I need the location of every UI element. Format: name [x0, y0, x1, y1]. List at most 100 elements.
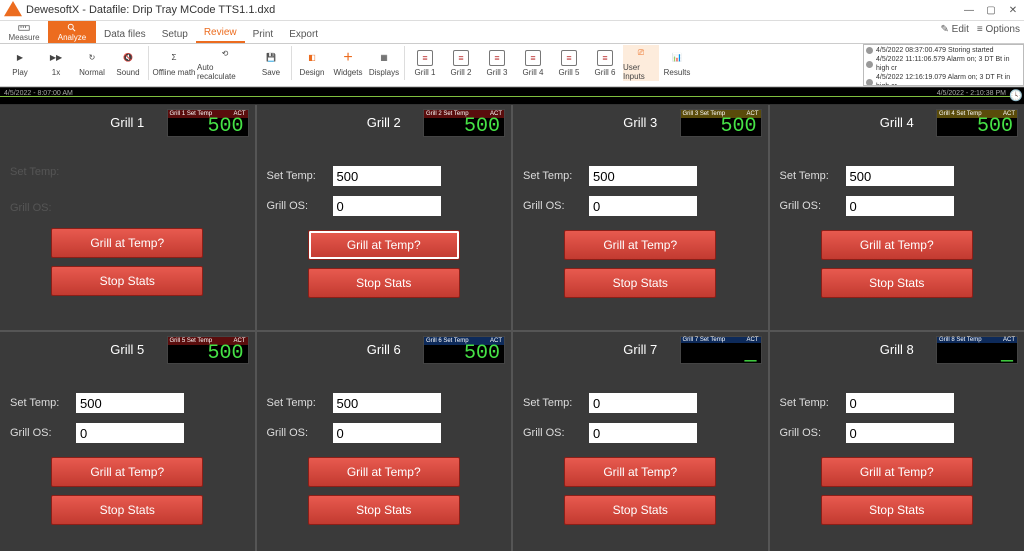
options-button[interactable]: ≡ Options — [977, 24, 1020, 35]
grill-at-temp-button[interactable]: Grill at Temp? — [821, 230, 973, 260]
view-grill-1-button[interactable]: ≡Grill 1 — [407, 45, 443, 81]
timeline-waveform — [0, 96, 1012, 97]
save-icon: 💾 — [263, 50, 279, 66]
view-user-inputs-button[interactable]: ⎚User Inputs — [623, 45, 659, 81]
timeline-end-label: 4/5/2022 - 2:10:38 PM — [937, 90, 1006, 97]
set-temp-input[interactable] — [589, 166, 697, 186]
grill-panel-7: Grill 7 Set TempACT—Grill 7Set Temp:Gril… — [513, 332, 768, 551]
stop-stats-button[interactable]: Stop Stats — [308, 495, 460, 525]
window-close-button[interactable]: ✕ — [1006, 3, 1020, 17]
design-button[interactable]: ◧Design — [294, 45, 330, 81]
window-minimize-button[interactable]: — — [962, 3, 976, 17]
grill-at-temp-button[interactable]: Grill at Temp? — [51, 457, 203, 487]
grill-os-input[interactable] — [76, 423, 184, 443]
view-grill-3-button[interactable]: ≡Grill 3 — [479, 45, 515, 81]
grill-os-input[interactable] — [846, 196, 954, 216]
stop-stats-button[interactable]: Stop Stats — [51, 495, 203, 525]
speed-button[interactable]: ▶▶1x — [38, 45, 74, 81]
lcd-name: Grill 5 Set Temp — [170, 338, 213, 344]
event-text: 4/5/2022 12:16:19.079 Alarm on; 3 DT Ft … — [876, 73, 1021, 86]
tab-print[interactable]: Print — [245, 26, 282, 43]
grill-at-temp-button[interactable]: Grill at Temp? — [308, 230, 460, 260]
lcd-value: — — [681, 343, 761, 371]
design-icon: ◧ — [304, 50, 320, 66]
set-temp-input[interactable] — [333, 393, 441, 413]
edit-button[interactable]: ✎ Edit — [941, 24, 969, 35]
window-maximize-button[interactable]: ▢ — [984, 3, 998, 17]
event-text: 4/5/2022 11:11:06.579 Alarm on; 3 DT Bt … — [876, 55, 1021, 73]
grill-os-input[interactable] — [333, 423, 441, 443]
grill-os-input[interactable] — [846, 423, 954, 443]
auto-recalculate-button[interactable]: ⟲Auto recalculate — [197, 45, 253, 81]
tab-setup[interactable]: Setup — [154, 26, 196, 43]
lcd-value: 500 — [168, 345, 248, 363]
displays-button[interactable]: ▦Displays — [366, 45, 402, 81]
grill-os-label: Grill OS: — [780, 427, 838, 439]
lcd-display: Grill 2 Set TempACT500 — [423, 109, 505, 137]
set-temp-input[interactable] — [846, 393, 954, 413]
event-text: 4/5/2022 08:37:00.479 Storing started — [876, 46, 994, 55]
stop-stats-button[interactable]: Stop Stats — [821, 495, 973, 525]
view-grill-5-button[interactable]: ≡Grill 5 — [551, 45, 587, 81]
grill-panel-6: Grill 6 Set TempACT500Grill 6Set Temp:Gr… — [257, 332, 512, 551]
grill-at-temp-button[interactable]: Grill at Temp? — [308, 457, 460, 487]
grill-at-temp-button[interactable]: Grill at Temp? — [564, 230, 716, 260]
view-grill-2-button[interactable]: ≡Grill 2 — [443, 45, 479, 81]
sound-button[interactable]: 🔇Sound — [110, 45, 146, 81]
lcd-value: 500 — [424, 118, 504, 136]
results-icon: 📊 — [669, 50, 685, 66]
lcd-value: — — [937, 343, 1017, 371]
stop-stats-button[interactable]: Stop Stats — [564, 495, 716, 525]
mode-measure-button[interactable]: Measure — [0, 21, 48, 43]
set-temp-input[interactable] — [589, 393, 697, 413]
lcd-display: Grill 6 Set TempACT500 — [423, 336, 505, 364]
grill-os-input[interactable] — [589, 196, 697, 216]
play-button[interactable]: ▶Play — [2, 45, 38, 81]
grill-icon: ≡ — [525, 50, 541, 66]
panel-grid: Grill 1 Set TempACT500Grill 1Set Temp:Gr… — [0, 105, 1024, 551]
set-temp-input[interactable] — [76, 393, 184, 413]
stop-stats-button[interactable]: Stop Stats — [51, 266, 203, 296]
lcd-display: Grill 8 Set TempACT— — [936, 336, 1018, 364]
tab-bar: Measure Analyze Data files Setup Review … — [0, 21, 1024, 44]
view-grill-4-button[interactable]: ≡Grill 4 — [515, 45, 551, 81]
stop-stats-button[interactable]: Stop Stats — [308, 268, 460, 298]
grill-icon: ≡ — [561, 50, 577, 66]
mode-analyze-button[interactable]: Analyze — [48, 21, 96, 43]
grill-panel-3: Grill 3 Set TempACT500Grill 3Set Temp:Gr… — [513, 105, 768, 330]
grill-at-temp-button[interactable]: Grill at Temp? — [51, 228, 203, 258]
mode-normal-button[interactable]: ↻Normal — [74, 45, 110, 81]
stop-stats-button[interactable]: Stop Stats — [821, 268, 973, 298]
tab-export[interactable]: Export — [281, 26, 326, 43]
set-temp-input[interactable] — [333, 166, 441, 186]
lcd-value: 500 — [937, 118, 1017, 136]
set-temp-input[interactable] — [846, 166, 954, 186]
lcd-name: Grill 2 Set Temp — [426, 111, 469, 117]
grill-os-label: Grill OS: — [267, 427, 325, 439]
widgets-button[interactable]: +Widgets — [330, 45, 366, 81]
title-bar: DewesoftX - Datafile: Drip Tray MCode TT… — [0, 0, 1024, 21]
timeline-strip[interactable]: 4/5/2022 - 8:07:00 AM 4/5/2022 - 2:10:38… — [0, 87, 1024, 105]
clock-icon[interactable]: 🕓 — [1009, 89, 1023, 102]
grill-at-temp-button[interactable]: Grill at Temp? — [821, 457, 973, 487]
grill-at-temp-button[interactable]: Grill at Temp? — [564, 457, 716, 487]
grill-panel-4: Grill 4 Set TempACT500Grill 4Set Temp:Gr… — [770, 105, 1024, 330]
displays-icon: ▦ — [376, 50, 392, 66]
grill-os-input[interactable] — [589, 423, 697, 443]
ruler-icon — [18, 23, 30, 33]
view-grill-6-button[interactable]: ≡Grill 6 — [587, 45, 623, 81]
grill-os-input[interactable] — [333, 196, 441, 216]
sigma-icon: Σ — [166, 50, 182, 66]
user-inputs-icon: ⎚ — [633, 45, 649, 61]
plus-icon: + — [340, 50, 356, 66]
search-icon — [66, 23, 78, 33]
set-temp-label: Set Temp: — [267, 170, 325, 182]
offline-math-button[interactable]: ΣOffline math — [151, 45, 197, 81]
save-button[interactable]: 💾Save — [253, 45, 289, 81]
grill-panel-1: Grill 1 Set TempACT500Grill 1Set Temp:Gr… — [0, 105, 255, 330]
stop-stats-button[interactable]: Stop Stats — [564, 268, 716, 298]
event-log[interactable]: 4/5/2022 08:37:00.479 Storing started 4/… — [863, 44, 1024, 86]
tab-review[interactable]: Review — [196, 24, 245, 43]
view-results-button[interactable]: 📊Results — [659, 45, 695, 81]
tab-data-files[interactable]: Data files — [96, 26, 154, 43]
